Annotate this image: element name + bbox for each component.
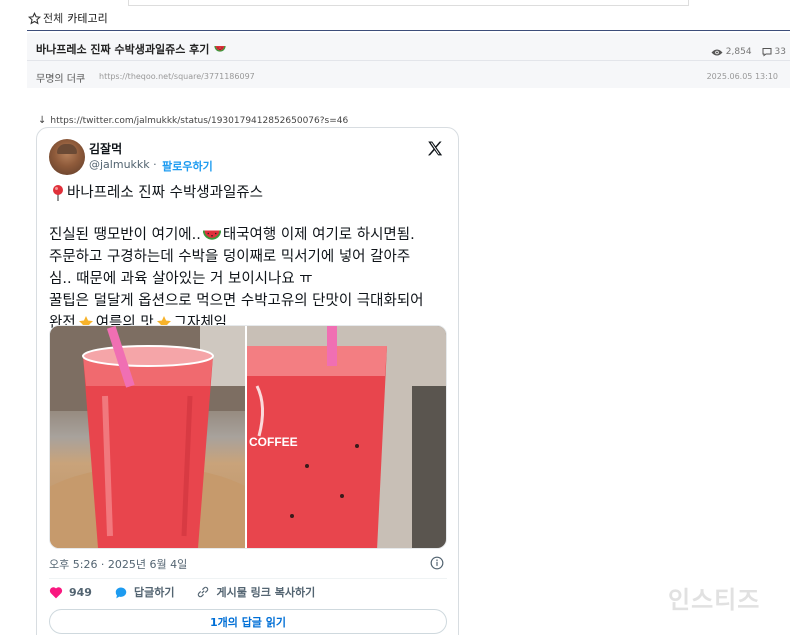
like-button[interactable]: 949 xyxy=(49,586,92,599)
juice-cup-right-drawing: COFFEE xyxy=(247,326,446,548)
tweet-line-4-text: 심.. 때문에 과육 살아있는 거 보이시나요 ㅠ xyxy=(49,271,313,287)
tweet-text: 바나프레소 진짜 수박생과일쥬스 진실된 땡모반이 여기에.. 태국여행 이제 … xyxy=(49,182,454,334)
search-input-edge[interactable] xyxy=(128,0,689,6)
category-divider xyxy=(27,30,790,31)
separator-dot: · xyxy=(149,158,161,171)
reply-label: 답글하기 xyxy=(133,586,175,599)
tweet-divider xyxy=(49,578,447,579)
watermelon-icon xyxy=(214,45,227,52)
post-title-text: 바나프레소 진짜 수박생과일쥬스 후기 xyxy=(36,43,210,56)
link-icon xyxy=(198,586,209,598)
tweet-line-1: 바나프레소 진짜 수박생과일쥬스 xyxy=(49,182,454,204)
tweet-line-2a: 진실된 땡모반이 여기에.. xyxy=(49,227,201,243)
author-name: 무명의 더쿠 xyxy=(36,74,86,85)
juice-photo-1[interactable] xyxy=(50,326,246,548)
watermark: 인스티즈 xyxy=(668,586,761,614)
view-count: 2,854 xyxy=(725,47,752,57)
eye-icon xyxy=(711,49,723,55)
reply-bubble-icon xyxy=(115,587,127,598)
star-icon[interactable] xyxy=(28,11,41,25)
comment-count[interactable]: 33 xyxy=(775,47,786,57)
like-count: 949 xyxy=(69,585,92,599)
post-date: 2025.06.05 13:10 xyxy=(706,72,778,81)
juice-photo-2[interactable]: COFFEE xyxy=(247,326,446,548)
post-header: 바나프레소 진짜 수박생과일쥬스 후기 2,854 33 무명의 더쿠 http… xyxy=(27,33,790,88)
x-logo-icon[interactable] xyxy=(426,140,444,158)
info-icon[interactable] xyxy=(430,556,444,570)
avatar[interactable] xyxy=(49,139,85,175)
post-title: 바나프레소 진짜 수박생과일쥬스 후기 xyxy=(36,41,227,57)
reply-button[interactable]: 답글하기 xyxy=(114,584,174,600)
category-bar: 전체 카테고리 xyxy=(28,10,108,26)
tweet-actions: 949 답글하기 게시물 링크 복사하기 xyxy=(49,584,337,600)
download-arrow-icon: ↓ xyxy=(38,115,47,126)
copy-link-label: 게시물 링크 복사하기 xyxy=(216,586,316,599)
tweet-line-1-text: 바나프레소 진짜 수박생과일쥬스 xyxy=(67,185,263,201)
tweet-photos: COFFEE xyxy=(49,325,447,549)
tweet-timestamp[interactable]: 오후 5:26 · 2025년 6월 4일 xyxy=(49,556,187,572)
juice-cup-left-drawing xyxy=(50,326,246,548)
category-all-link[interactable]: 전체 xyxy=(43,10,63,26)
source-link-url[interactable]: https://twitter.com/jalmukkk/status/1930… xyxy=(50,116,348,126)
pin-icon xyxy=(53,185,63,201)
category-link[interactable]: 카테고리 xyxy=(67,10,107,26)
tweet-line-4: 심.. 때문에 과육 살아있는 거 보이시나요 ㅠ xyxy=(49,268,454,290)
source-link[interactable]: ↓ https://twitter.com/jalmukkk/status/19… xyxy=(38,115,348,126)
tweet-line-3: 주문하고 구경하는데 수박을 덩이째로 믹서기에 넣어 갈아주 xyxy=(49,246,454,268)
follow-button[interactable]: 팔로우하기 xyxy=(162,158,213,174)
tweet-author-handle[interactable]: @jalmukkk xyxy=(89,158,150,174)
tweet-line-3-text: 주문하고 구경하는데 수박을 덩이째로 믹서기에 넣어 갈아주 xyxy=(49,249,411,265)
read-replies-button[interactable]: 1개의 답글 읽기 xyxy=(49,609,447,634)
post-url[interactable]: https://theqoo.net/square/3771186097 xyxy=(99,72,255,81)
tweet-author-name[interactable]: 김잘먹 xyxy=(89,140,122,157)
comment-icon xyxy=(762,48,772,57)
tweet-author-handle-row: @jalmukkk · 팔로우하기 xyxy=(89,158,213,174)
tweet-line-2: 진실된 땡모반이 여기에.. 태국여행 이제 여기로 하시면됨. xyxy=(49,224,454,246)
header-divider xyxy=(27,60,790,61)
tweet-line-5-text: 꿀팁은 덜달게 옵션으로 먹으면 수박고유의 단맛이 극대화되어 xyxy=(49,293,424,309)
watermelon-emoji-icon xyxy=(202,230,221,240)
tweet-line-5: 꿀팁은 덜달게 옵션으로 먹으면 수박고유의 단맛이 극대화되어 xyxy=(49,290,454,312)
cup-brand-text: COFFEE xyxy=(249,435,298,449)
embedded-tweet: 김잘먹 @jalmukkk · 팔로우하기 바나프레소 진짜 수박생과일쥬스 진… xyxy=(36,127,459,635)
tweet-line-2b: 태국여행 이제 여기로 하시면됨. xyxy=(222,227,415,243)
heart-icon xyxy=(49,586,63,598)
post-stats: 2,854 33 xyxy=(711,47,786,57)
copy-link-button[interactable]: 게시물 링크 복사하기 xyxy=(196,584,315,600)
